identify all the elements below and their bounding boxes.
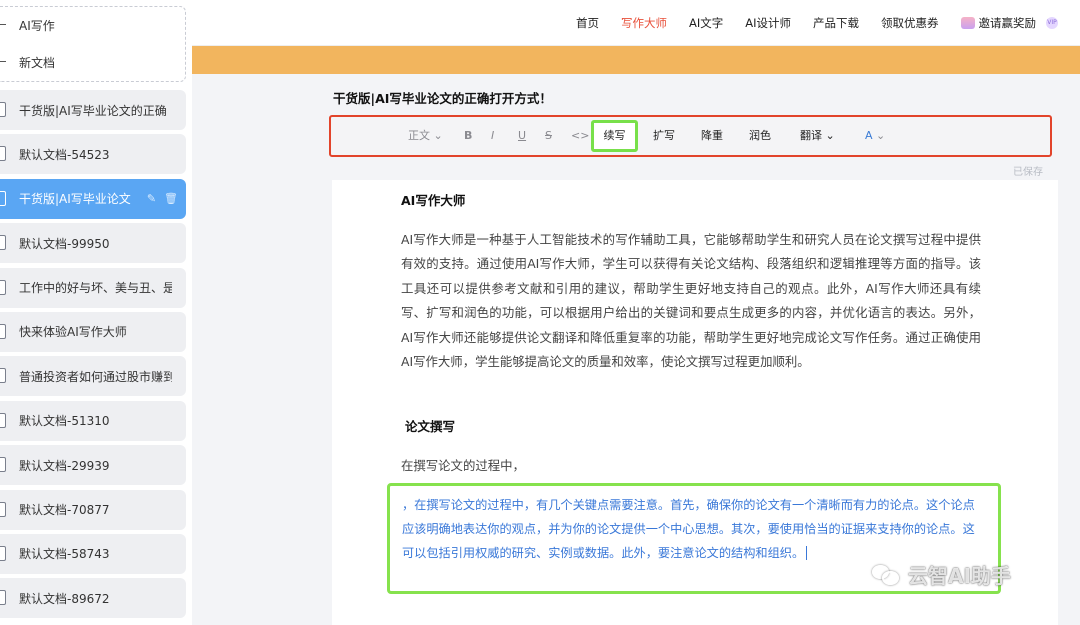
gift-icon xyxy=(960,17,975,29)
document-icon xyxy=(0,190,6,206)
document-label: 工作中的好与坏、美与丑、是 xyxy=(19,281,172,296)
document-item[interactable]: 默认文档-54523 xyxy=(0,134,186,175)
nav-invite-label: 邀请赢奖励 xyxy=(978,16,1037,30)
font-color-select[interactable]: A ⌄ xyxy=(865,117,885,155)
chevron-down-icon: ⌄ xyxy=(433,129,443,142)
chevron-down-icon: ⌄ xyxy=(876,129,886,142)
nav-ai-designer[interactable]: AI设计师 xyxy=(745,15,791,31)
document-icon xyxy=(0,457,6,473)
text-caret xyxy=(806,546,808,561)
font-color-label: A xyxy=(865,129,873,142)
document-icon xyxy=(0,146,6,162)
nav-writing-master[interactable]: 写作大师 xyxy=(621,15,667,31)
document-label: 默认文档-51310 xyxy=(19,414,110,429)
vip-badge[interactable]: VIP xyxy=(1046,17,1058,29)
editor-toolbar: 正文 ⌄ B I U S <> 续写 扩写 降重 润色 翻译 ⌄ A ⌄ xyxy=(329,115,1052,157)
bold-button[interactable]: B xyxy=(464,117,472,155)
reduce-duplication-button[interactable]: 降重 xyxy=(701,117,723,155)
strikethrough-button[interactable]: S xyxy=(545,117,552,155)
document-icon xyxy=(0,545,6,561)
main-nav: 首页 写作大师 AI文字 AI设计师 产品下载 领取优惠券 邀请赢奖励 VIP xyxy=(576,0,1058,46)
body-paragraph: 在撰写论文的过程中， xyxy=(401,458,525,473)
document-item-active[interactable]: 干货版|AI写毕业论文 ✎ 🗑 xyxy=(0,178,186,219)
document-icon xyxy=(0,102,6,117)
document-list: 干货版|AI写毕业论文的正确 默认文档-54523 干货版|AI写毕业论文 ✎ … xyxy=(0,90,186,623)
document-item[interactable]: 工作中的好与坏、美与丑、是 xyxy=(0,267,186,308)
menu-item-ai-writing[interactable]: AI写作 xyxy=(0,7,185,44)
document-item[interactable]: 干货版|AI写毕业论文的正确 xyxy=(0,90,186,130)
underline-button[interactable]: U xyxy=(518,117,526,155)
body-paragraph: AI写作大师是一种基于人工智能技术的写作辅助工具，它能够帮助学生和研究人员在论文… xyxy=(401,232,981,370)
generated-text-content: ，在撰写论文的过程中，有几个关键点需要注意。首先，确保你的论文有一个清晰而有力的… xyxy=(402,494,978,565)
translate-label: 翻译 xyxy=(800,129,822,142)
document-label: 默认文档-89672 xyxy=(19,591,110,606)
code-button[interactable]: <> xyxy=(571,117,589,155)
translate-select[interactable]: 翻译 ⌄ xyxy=(800,117,835,155)
chevron-down-icon: ⌄ xyxy=(825,129,835,142)
generated-text: ，在撰写论文的过程中，有几个关键点需要注意。首先，确保你的论文有一个清晰而有力的… xyxy=(402,498,975,560)
delete-icon[interactable]: 🗑 xyxy=(164,192,178,205)
nav-invite[interactable]: 邀请赢奖励 VIP xyxy=(960,15,1058,31)
document-item[interactable]: 默认文档-29939 xyxy=(0,445,186,486)
watermark: 云智AI助手 xyxy=(872,560,1011,589)
save-status: 已保存 xyxy=(1013,167,1043,178)
section-heading: AI写作大师 xyxy=(401,193,466,208)
italic-button[interactable]: I xyxy=(491,117,494,155)
dash-icon xyxy=(0,24,6,25)
polish-button[interactable]: 润色 xyxy=(749,117,771,155)
paragraph-style-label: 正文 xyxy=(408,129,430,142)
menu-item-new-document[interactable]: 新文档 xyxy=(0,44,185,81)
watermark-label: 云智AI助手 xyxy=(908,564,1011,588)
sidebar: AI写作 新文档 干货版|AI写毕业论文的正确 默认文档-54523 干货版|A… xyxy=(0,0,192,625)
document-icon xyxy=(0,412,6,428)
document-icon xyxy=(0,323,6,339)
menu-item-label: AI写作 xyxy=(19,19,55,33)
document-item[interactable]: 普通投资者如何通过股市赚到 xyxy=(0,356,186,397)
continue-writing-button[interactable]: 续写 xyxy=(591,120,638,152)
document-label: 快来体验AI写作大师 xyxy=(19,325,127,340)
document-label: 默认文档-70877 xyxy=(19,503,110,518)
nav-download[interactable]: 产品下载 xyxy=(813,15,859,31)
document-item[interactable]: 默认文档-58743 xyxy=(0,533,186,574)
document-actions: ✎ 🗑 xyxy=(147,192,178,205)
document-icon xyxy=(0,235,6,251)
menu-item-label: 新文档 xyxy=(19,56,56,70)
document-label: 干货版|AI写毕业论文的正确 xyxy=(19,103,167,118)
document-icon xyxy=(0,279,6,295)
edit-icon[interactable]: ✎ xyxy=(147,192,156,205)
promo-banner xyxy=(192,46,1080,74)
top-header: 首页 写作大师 AI文字 AI设计师 产品下载 领取优惠券 邀请赢奖励 VIP xyxy=(192,0,1080,46)
document-title[interactable]: 干货版|AI写毕业论文的正确打开方式！ xyxy=(333,88,552,107)
document-icon xyxy=(0,590,6,606)
document-icon xyxy=(0,501,6,517)
document-label: 默认文档-58743 xyxy=(19,547,110,562)
document-label: 默认文档-54523 xyxy=(19,147,110,162)
nav-ai-text[interactable]: AI文字 xyxy=(689,15,723,31)
document-item[interactable]: 默认文档-89672 xyxy=(0,578,186,619)
document-icon xyxy=(0,368,6,384)
expand-button[interactable]: 扩写 xyxy=(653,117,675,155)
section-heading: 论文撰写 xyxy=(405,419,456,434)
sidebar-top-menu: AI写作 新文档 xyxy=(0,6,186,82)
document-label: 普通投资者如何通过股市赚到 xyxy=(19,369,172,384)
document-item[interactable]: 快来体验AI写作大师 xyxy=(0,311,186,352)
wechat-icon xyxy=(872,563,902,587)
document-label: 默认文档-29939 xyxy=(19,458,110,473)
document-item[interactable]: 默认文档-99950 xyxy=(0,223,186,264)
paragraph-style-select[interactable]: 正文 ⌄ xyxy=(408,117,443,155)
document-item[interactable]: 默认文档-51310 xyxy=(0,400,186,441)
dash-icon xyxy=(0,61,6,62)
nav-coupon[interactable]: 领取优惠券 xyxy=(881,15,939,31)
document-label: 默认文档-99950 xyxy=(19,236,110,251)
nav-home[interactable]: 首页 xyxy=(576,15,599,31)
document-item[interactable]: 默认文档-70877 xyxy=(0,489,186,530)
